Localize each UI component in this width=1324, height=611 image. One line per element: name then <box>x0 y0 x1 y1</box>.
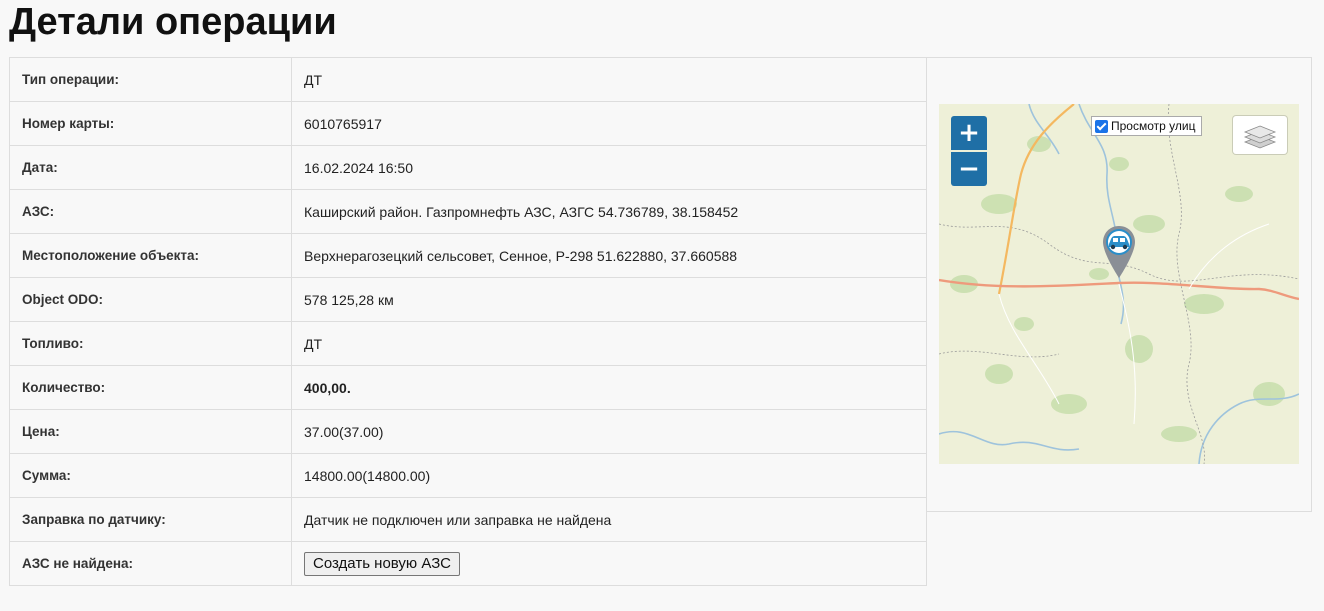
layers-button[interactable] <box>1233 116 1287 154</box>
map-tiles <box>939 104 1299 464</box>
table-row: Цена: 37.00(37.00) <box>9 409 927 454</box>
vehicle-marker[interactable] <box>1101 224 1137 282</box>
table-row: Топливо: ДТ <box>9 321 927 366</box>
page-title: Детали операции <box>9 1 337 43</box>
row-value-operation-type: ДТ <box>291 57 927 102</box>
table-row: Тип операции: ДТ <box>9 57 927 102</box>
table-row: Заправка по датчику: Датчик не подключен… <box>9 497 927 542</box>
row-value-object-odo: 578 125,28 км <box>291 277 927 322</box>
row-value-object-location: Верхнерагозецкий сельсовет, Сенное, Р-29… <box>291 233 927 278</box>
car-icon <box>1103 226 1135 278</box>
map-panel: + − Просмотр улиц <box>926 57 1312 512</box>
row-label-fuel: Топливо: <box>9 321 292 366</box>
table-row: Номер карты: 6010765917 <box>9 101 927 146</box>
row-label-sum: Сумма: <box>9 453 292 498</box>
zoom-out-button[interactable]: − <box>951 152 987 186</box>
table-row: Местоположение объекта: Верхнерагозецкий… <box>9 233 927 278</box>
row-value-fuel: ДТ <box>291 321 927 366</box>
row-value-quantity: 400,00. <box>291 365 927 410</box>
row-value-station-not-found: Создать новую АЗС <box>291 541 927 586</box>
row-label-quantity: Количество: <box>9 365 292 410</box>
row-label-price: Цена: <box>9 409 292 454</box>
street-view-label: Просмотр улиц <box>1111 119 1196 133</box>
table-row: Дата: 16.02.2024 16:50 <box>9 145 927 190</box>
zoom-in-button[interactable]: + <box>951 116 987 150</box>
street-view-toggle[interactable]: Просмотр улиц <box>1091 116 1203 136</box>
row-value-price: 37.00(37.00) <box>291 409 927 454</box>
row-label-station-not-found: АЗС не найдена: <box>9 541 292 586</box>
layers-icon <box>1243 125 1277 149</box>
row-label-card-number: Номер карты: <box>9 101 292 146</box>
row-value-sensor-refuel: Датчик не подключен или заправка не найд… <box>291 497 927 542</box>
table-row: АЗС: Каширский район. Газпромнефть АЗС, … <box>9 189 927 234</box>
table-row: АЗС не найдена: Создать новую АЗС <box>9 541 927 586</box>
row-label-object-odo: Object ODO: <box>9 277 292 322</box>
operation-details-table: Тип операции: ДТ Номер карты: 6010765917… <box>9 57 927 586</box>
row-value-card-number: 6010765917 <box>291 101 927 146</box>
row-label-object-location: Местоположение объекта: <box>9 233 292 278</box>
row-value-sum: 14800.00(14800.00) <box>291 453 927 498</box>
create-new-station-button[interactable]: Создать новую АЗС <box>304 551 460 576</box>
row-label-date: Дата: <box>9 145 292 190</box>
row-label-operation-type: Тип операции: <box>9 57 292 102</box>
map-view[interactable]: + − Просмотр улиц <box>939 104 1299 464</box>
table-row: Количество: 400,00. <box>9 365 927 410</box>
row-label-station: АЗС: <box>9 189 292 234</box>
row-label-sensor-refuel: Заправка по датчику: <box>9 497 292 542</box>
row-value-station: Каширский район. Газпромнефть АЗС, АЗГС … <box>291 189 927 234</box>
table-row: Object ODO: 578 125,28 км <box>9 277 927 322</box>
table-row: Сумма: 14800.00(14800.00) <box>9 453 927 498</box>
street-view-checkbox[interactable] <box>1095 119 1108 133</box>
row-value-date: 16.02.2024 16:50 <box>291 145 927 190</box>
